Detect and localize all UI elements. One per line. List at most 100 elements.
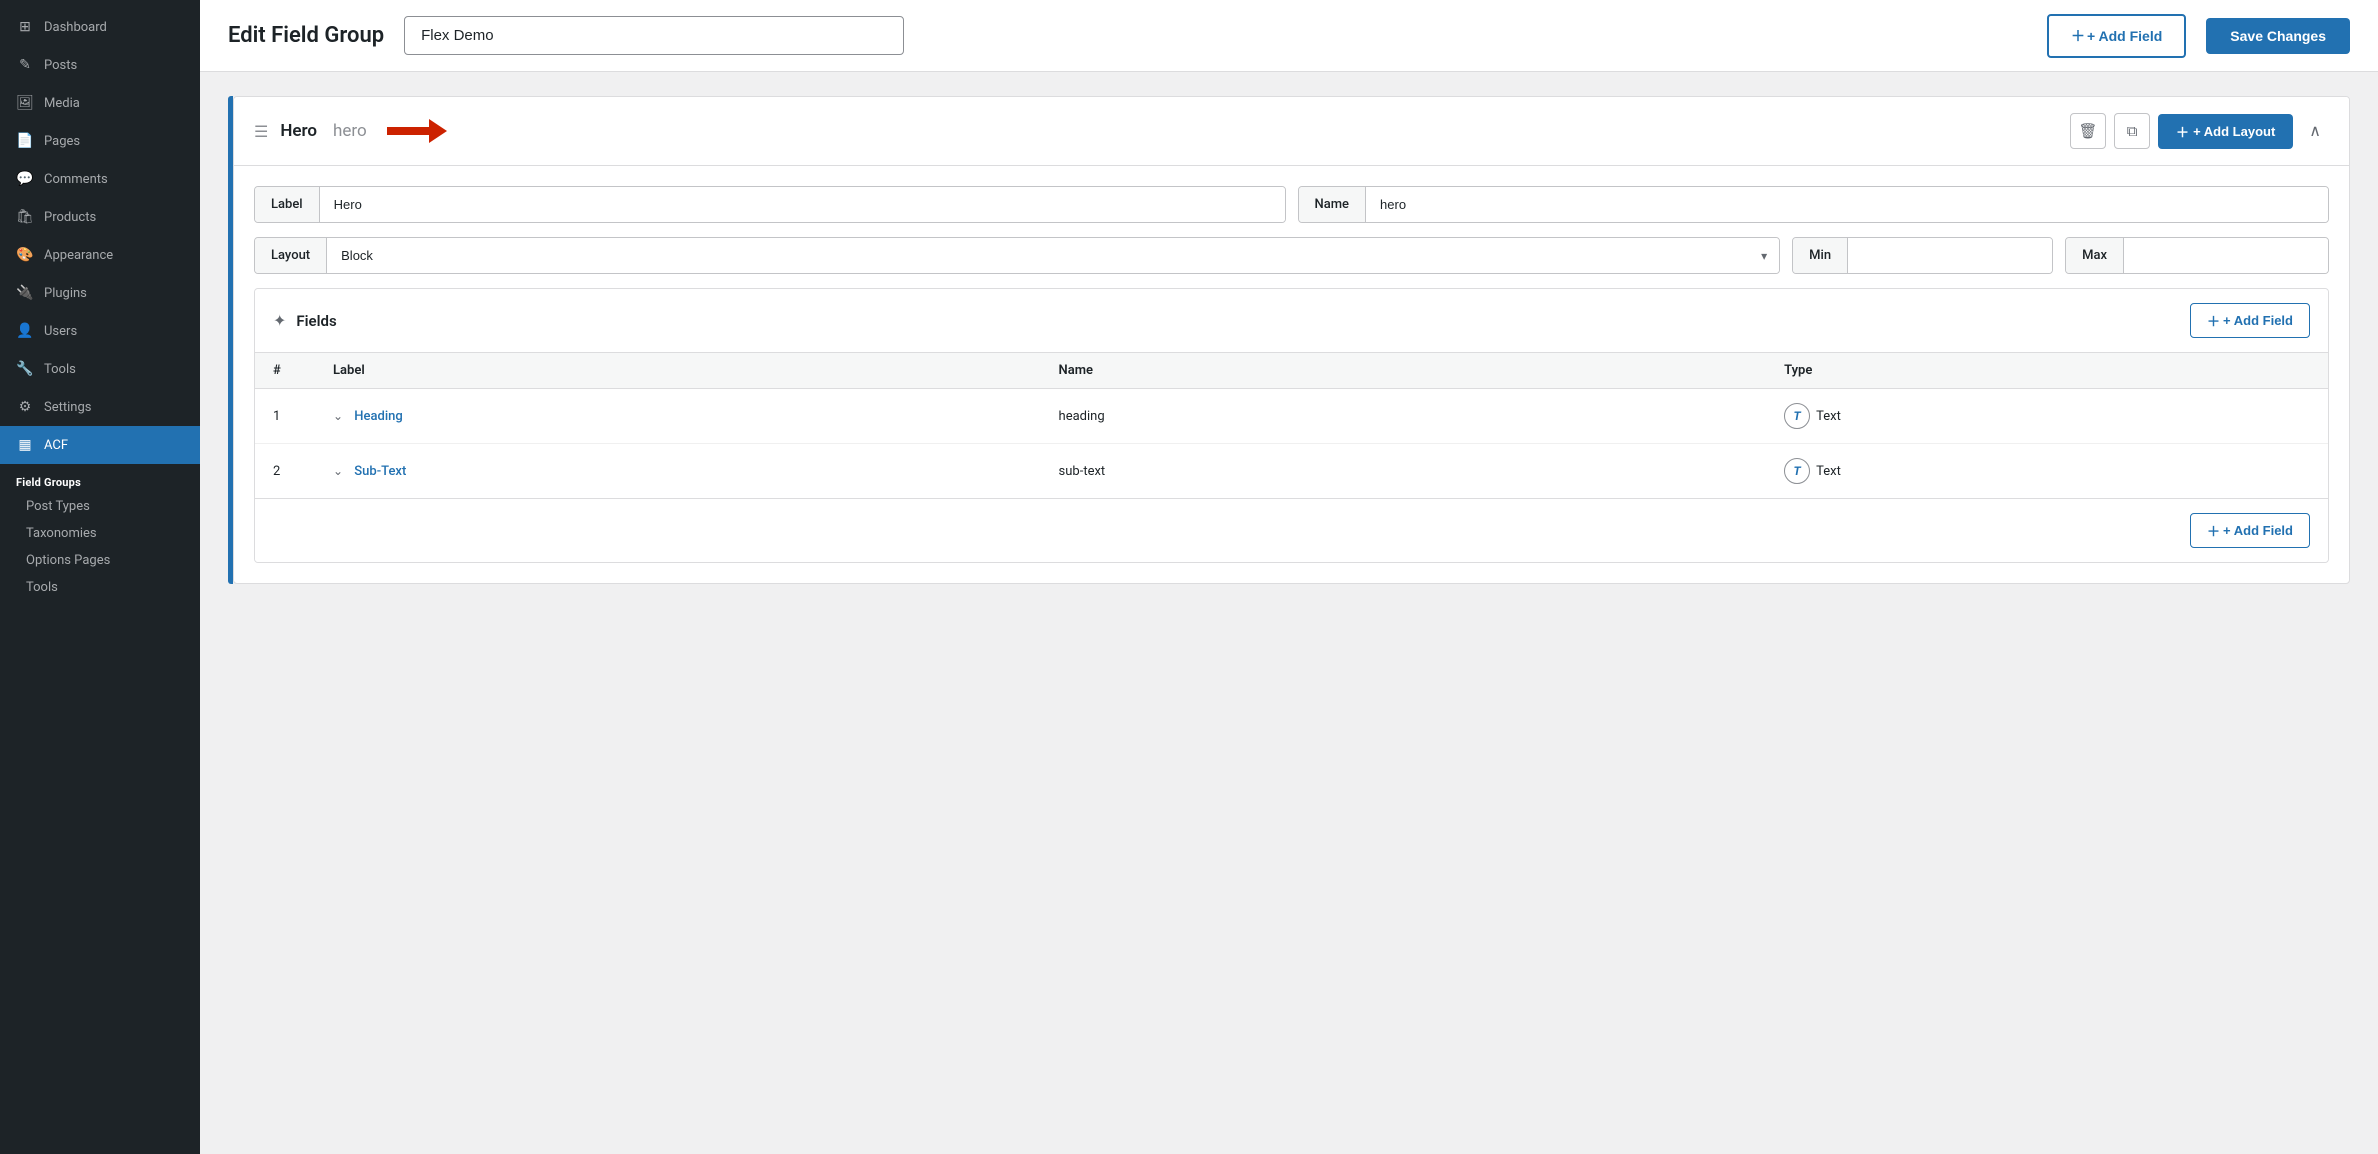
- layout-select[interactable]: Block Table Row: [327, 238, 1779, 273]
- settings-icon: ⚙: [16, 398, 34, 416]
- plus-icon-fields: ＋: [2207, 311, 2220, 330]
- sidebar-item-products[interactable]: 🛍 Products: [0, 198, 200, 236]
- type-badge-1: T Text: [1784, 403, 2310, 429]
- add-field-button-fields[interactable]: ＋ + Add Field: [2190, 303, 2310, 338]
- collapse-button[interactable]: ∧: [2301, 117, 2329, 145]
- sidebar-item-tools[interactable]: 🔧 Tools: [0, 350, 200, 388]
- tools-icon: 🔧: [16, 360, 34, 378]
- row-number: 2: [273, 464, 280, 479]
- expand-row2-icon[interactable]: ⌄: [333, 464, 343, 478]
- layout-select-wrapper: Block Table Row ▾: [327, 238, 1779, 273]
- add-field-bottom: ＋ + Add Field: [255, 498, 2328, 562]
- products-icon: 🛍: [16, 208, 34, 226]
- sidebar-item-appearance[interactable]: 🎨 Appearance: [0, 236, 200, 274]
- duplicate-layout-button[interactable]: ⧉: [2114, 113, 2150, 149]
- min-cell: Min: [1793, 238, 1848, 273]
- col-label: Label: [315, 353, 1041, 389]
- layout-type-field: Layout Block Table Row ▾: [254, 237, 1780, 274]
- layout-subtitle: hero: [333, 121, 367, 141]
- row1-name: heading: [1041, 389, 1767, 444]
- sidebar-item-settings[interactable]: ⚙ Settings: [0, 388, 200, 426]
- layout-min-max-row: Layout Block Table Row ▾ M: [254, 237, 2329, 274]
- layout-actions: 🗑 ⧉ ＋ + Add Layout ∧: [2070, 113, 2329, 149]
- save-changes-button[interactable]: Save Changes: [2206, 18, 2350, 54]
- row1-label: ⌄ Heading: [315, 389, 1041, 444]
- col-num: #: [255, 353, 315, 389]
- col-type: Type: [1766, 353, 2328, 389]
- fields-section: ✦ Fields ＋ + Add Field #: [254, 288, 2329, 563]
- sidebar-item-users[interactable]: 👤 Users: [0, 312, 200, 350]
- layout-header: ☰ Hero hero 🗑 ⧉: [234, 97, 2349, 166]
- fields-table-body: 1 ⌄ Heading heading: [255, 389, 2328, 499]
- min-field: Min: [1792, 237, 2053, 274]
- field-label-link-2[interactable]: Sub-Text: [354, 464, 406, 479]
- sidebar-sub-taxonomies[interactable]: Taxonomies: [0, 520, 200, 547]
- sidebar-sub-post-types[interactable]: Post Types: [0, 493, 200, 520]
- plus-icon: ＋: [2071, 26, 2085, 46]
- row-number: 1: [273, 409, 280, 424]
- dashboard-icon: ⊞: [16, 18, 34, 36]
- sidebar-item-dashboard[interactable]: ⊞ Dashboard: [0, 8, 200, 46]
- copy-icon: ⧉: [2127, 123, 2138, 140]
- pages-icon: 📄: [16, 132, 34, 150]
- sidebar-item-plugins[interactable]: 🔌 Plugins: [0, 274, 200, 312]
- label-name-row: Label Name: [254, 186, 2329, 223]
- main-content: Edit Field Group ＋ + Add Field Save Chan…: [200, 0, 2378, 1154]
- layout-card: ☰ Hero hero 🗑 ⧉: [233, 96, 2350, 584]
- plus-icon-bottom: ＋: [2207, 521, 2220, 540]
- sidebar-item-acf[interactable]: ▦ ACF: [0, 426, 200, 464]
- name-field: Name: [1298, 186, 2330, 223]
- type-label-2: Text: [1816, 464, 1841, 479]
- drag-handle-icon: ☰: [254, 122, 268, 141]
- users-icon: 👤: [16, 322, 34, 340]
- fields-title: Fields: [296, 312, 336, 330]
- add-field-button-bottom[interactable]: ＋ + Add Field: [2190, 513, 2310, 548]
- label-input[interactable]: [320, 187, 1285, 222]
- max-cell: Max: [2066, 238, 2124, 273]
- field-name-val-2: sub-text: [1059, 464, 1106, 479]
- delete-layout-button[interactable]: 🗑: [2070, 113, 2106, 149]
- field-label-link-1[interactable]: Heading: [354, 409, 402, 424]
- sidebar-sub-options-pages[interactable]: Options Pages: [0, 547, 200, 574]
- type-icon-1: T: [1784, 403, 1810, 429]
- page-title: Edit Field Group: [228, 23, 384, 48]
- field-group-name-input[interactable]: [404, 16, 904, 55]
- fields-table: # Label Name Type 1: [255, 353, 2328, 498]
- field-groups-label: Field Groups: [0, 464, 200, 493]
- plugins-icon: 🔌: [16, 284, 34, 302]
- max-input[interactable]: [2124, 238, 2328, 273]
- chevron-up-icon: ∧: [2309, 123, 2321, 140]
- posts-icon: ✎: [16, 56, 34, 74]
- min-input[interactable]: [1848, 238, 2052, 273]
- sidebar: ⊞ Dashboard ✎ Posts 🖼 Media 📄 Pages 💬 Co…: [0, 0, 200, 1154]
- type-badge-2: T Text: [1784, 458, 2310, 484]
- layout-body: Label Name Layout: [234, 166, 2349, 583]
- sidebar-item-comments[interactable]: 💬 Comments: [0, 160, 200, 198]
- table-row: 1 ⌄ Heading heading: [255, 389, 2328, 444]
- add-layout-button[interactable]: ＋ + Add Layout: [2158, 114, 2293, 149]
- name-input[interactable]: [1366, 187, 2328, 222]
- row2-label: ⌄ Sub-Text: [315, 444, 1041, 499]
- field-name-val-1: heading: [1059, 409, 1105, 424]
- name-cell: Name: [1299, 187, 1367, 222]
- layout-title: Hero: [280, 121, 317, 141]
- trash-icon: 🗑: [2079, 122, 2098, 140]
- expand-row1-icon[interactable]: ⌄: [333, 409, 343, 423]
- row2-num: 2: [255, 444, 315, 499]
- sidebar-item-media[interactable]: 🖼 Media: [0, 84, 200, 122]
- row1-type: T Text: [1766, 389, 2328, 444]
- type-icon-2: T: [1784, 458, 1810, 484]
- plus-icon-layout: ＋: [2176, 122, 2189, 141]
- active-indicator: [192, 426, 200, 464]
- sidebar-item-pages[interactable]: 📄 Pages: [0, 122, 200, 160]
- row2-name: sub-text: [1041, 444, 1767, 499]
- fields-header: ✦ Fields ＋ + Add Field: [255, 289, 2328, 353]
- fields-icon: ✦: [273, 311, 286, 330]
- add-field-button-top[interactable]: ＋ + Add Field: [2047, 14, 2186, 58]
- label-field: Label: [254, 186, 1286, 223]
- sidebar-sub-tools[interactable]: Tools: [0, 574, 200, 601]
- sidebar-item-posts[interactable]: ✎ Posts: [0, 46, 200, 84]
- row1-num: 1: [255, 389, 315, 444]
- layout-cell: Layout: [255, 238, 327, 273]
- row2-type: T Text: [1766, 444, 2328, 499]
